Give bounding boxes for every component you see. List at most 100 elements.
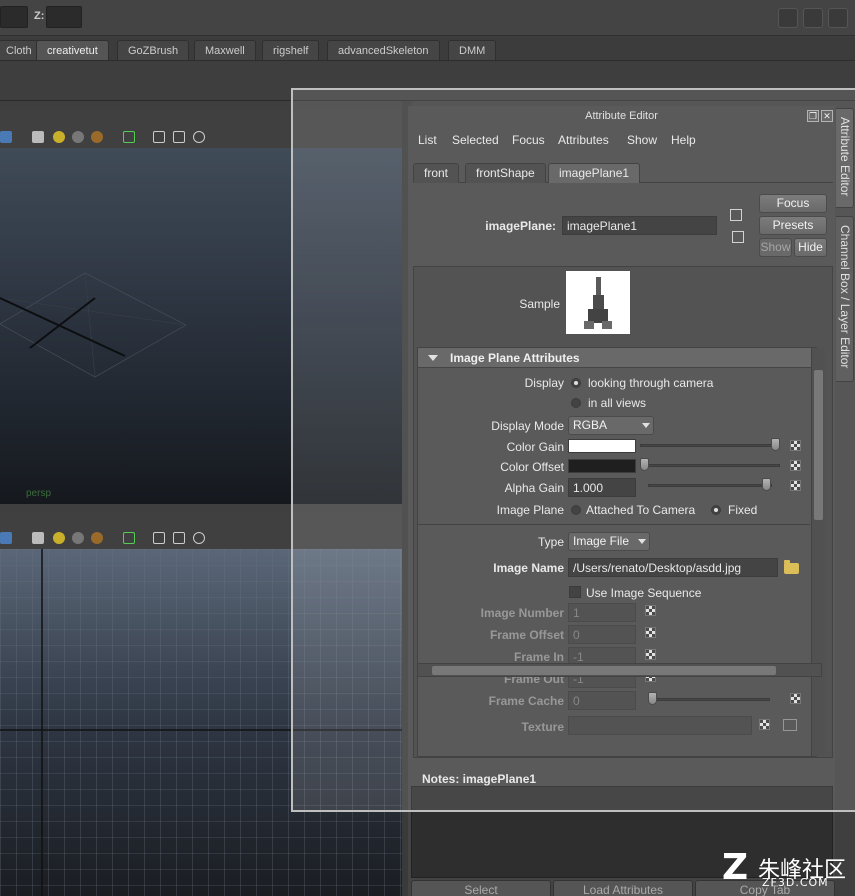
texture-field[interactable] xyxy=(568,716,752,735)
shelf-tab-advancedskeleton[interactable]: advancedSkeleton xyxy=(327,40,440,60)
show-button[interactable]: Show xyxy=(759,238,792,257)
color-offset-swatch[interactable] xyxy=(568,459,636,473)
select-input-icon[interactable] xyxy=(730,209,742,221)
shelf-tab-rigshelf[interactable]: rigshelf xyxy=(262,40,320,60)
menu-help[interactable]: Help xyxy=(671,133,696,147)
horizontal-scrollbar[interactable] xyxy=(417,663,822,677)
perspective-viewport[interactable]: persp xyxy=(0,148,402,504)
alpha-gain-field[interactable]: 1.000 xyxy=(568,478,636,497)
color-offset-slider[interactable] xyxy=(640,464,780,467)
frame-cache-slider-handle[interactable] xyxy=(648,692,657,705)
chevron-down-icon xyxy=(638,539,646,544)
frame-cache-field[interactable]: 0 xyxy=(568,691,636,710)
color-gain-slider-handle[interactable] xyxy=(771,438,780,451)
focus-button[interactable]: Focus xyxy=(759,194,827,213)
display-mode-dropdown[interactable]: RGBA xyxy=(568,416,654,435)
shelf-tab-maxwell[interactable]: Maxwell xyxy=(194,40,256,60)
hide-button[interactable]: Hide xyxy=(794,238,827,257)
side-tab-attribute-editor[interactable]: Attribute Editor xyxy=(836,108,854,208)
checker-icon[interactable] xyxy=(32,532,44,544)
tab-front[interactable]: front xyxy=(413,163,460,183)
shelf-tab-dmm[interactable]: DMM xyxy=(448,40,497,60)
presets-button[interactable]: Presets xyxy=(759,216,827,235)
menu-show[interactable]: Show xyxy=(627,133,657,147)
folder-icon[interactable] xyxy=(784,560,799,574)
share-icon[interactable] xyxy=(193,532,205,544)
y-coord-field[interactable] xyxy=(0,6,28,28)
shelf-tab-creativetut[interactable]: creativetut xyxy=(36,40,109,60)
display-camera-radio[interactable] xyxy=(571,378,581,388)
alpha-gain-map-icon[interactable] xyxy=(790,480,801,491)
node-name-field[interactable]: imagePlane1 xyxy=(562,216,717,235)
color-offset-slider-handle[interactable] xyxy=(640,458,649,471)
collapse-triangle-icon[interactable] xyxy=(428,355,438,361)
xray-icon[interactable] xyxy=(123,131,135,143)
material-sphere-icon[interactable] xyxy=(91,131,103,143)
image-number-field[interactable]: 1 xyxy=(568,603,636,622)
attribute-editor-toggle-icon[interactable] xyxy=(778,8,798,28)
fixed-radio[interactable] xyxy=(711,505,721,515)
texture-map-icon[interactable] xyxy=(759,719,770,730)
vertical-scrollbar[interactable] xyxy=(811,348,825,756)
attached-to-camera-radio[interactable] xyxy=(571,505,581,515)
channel-box-toggle-icon[interactable] xyxy=(828,8,848,28)
alpha-gain-slider[interactable] xyxy=(648,484,772,487)
share-icon[interactable] xyxy=(193,131,205,143)
xray-icon[interactable] xyxy=(123,532,135,544)
z-coord-field[interactable] xyxy=(46,6,82,28)
image-number-map-icon[interactable] xyxy=(645,605,656,616)
isolate-icon[interactable] xyxy=(153,131,165,143)
menu-focus[interactable]: Focus xyxy=(512,133,545,147)
cube-shaded-icon[interactable] xyxy=(0,131,12,143)
light-sphere-icon[interactable] xyxy=(53,131,65,143)
isolate-icon[interactable] xyxy=(153,532,165,544)
z-coord-label: Z: xyxy=(34,10,45,22)
material-sphere-icon[interactable] xyxy=(91,532,103,544)
type-value: Image File xyxy=(573,534,630,548)
float-panel-icon[interactable]: ❐ xyxy=(807,110,819,122)
cube-shaded-icon[interactable] xyxy=(0,532,12,544)
color-offset-map-icon[interactable] xyxy=(790,460,801,471)
select-output-icon[interactable] xyxy=(732,231,744,243)
side-tab-channel-box[interactable]: Channel Box / Layer Editor xyxy=(836,216,854,382)
notes-label: Notes: imagePlane1 xyxy=(422,772,537,786)
light-sphere-icon[interactable] xyxy=(53,532,65,544)
front-viewport[interactable] xyxy=(0,549,402,896)
color-gain-map-icon[interactable] xyxy=(790,440,801,451)
display-all-views-radio[interactable] xyxy=(571,398,581,408)
shadow-sphere-icon[interactable] xyxy=(72,532,84,544)
vertical-scroll-thumb[interactable] xyxy=(814,370,823,520)
menu-list[interactable]: List xyxy=(418,133,437,147)
frame-offset-map-icon[interactable] xyxy=(645,627,656,638)
resolution-gate-icon[interactable] xyxy=(173,532,185,544)
use-image-sequence-checkbox[interactable] xyxy=(569,586,581,598)
menu-selected[interactable]: Selected xyxy=(452,133,499,147)
type-dropdown[interactable]: Image File xyxy=(568,532,650,551)
image-plane-attributes-section: Image Plane Attributes Display looking t… xyxy=(417,347,825,757)
resolution-gate-icon[interactable] xyxy=(173,131,185,143)
texture-connect-icon[interactable] xyxy=(783,719,797,731)
close-icon[interactable]: ✕ xyxy=(821,110,833,122)
watermark-en: ZF3D.COM xyxy=(762,876,829,889)
checker-icon[interactable] xyxy=(32,131,44,143)
horizontal-scroll-thumb[interactable] xyxy=(432,666,776,675)
shadow-sphere-icon[interactable] xyxy=(72,131,84,143)
image-plane-label: Image Plane xyxy=(496,503,564,517)
frame-in-map-icon[interactable] xyxy=(645,649,656,660)
menu-attributes[interactable]: Attributes xyxy=(558,133,609,147)
tab-frontshape[interactable]: frontShape xyxy=(465,163,546,183)
tab-imageplane1[interactable]: imagePlane1 xyxy=(548,163,641,183)
load-attributes-button[interactable]: Load Attributes xyxy=(553,880,693,896)
color-gain-swatch[interactable] xyxy=(568,439,636,453)
image-name-field[interactable]: /Users/renato/Desktop/asdd.jpg xyxy=(568,558,778,577)
frame-cache-map-icon[interactable] xyxy=(790,693,801,704)
frame-cache-slider[interactable] xyxy=(650,698,770,701)
shelf-tab-gozbrush[interactable]: GoZBrush xyxy=(117,40,190,60)
color-gain-slider[interactable] xyxy=(640,444,780,447)
alpha-gain-slider-handle[interactable] xyxy=(762,478,771,491)
shelf-contents xyxy=(0,61,855,101)
select-button[interactable]: Select xyxy=(411,880,551,896)
section-header[interactable]: Image Plane Attributes xyxy=(418,348,818,368)
tool-settings-toggle-icon[interactable] xyxy=(803,8,823,28)
frame-offset-field[interactable]: 0 xyxy=(568,625,636,644)
